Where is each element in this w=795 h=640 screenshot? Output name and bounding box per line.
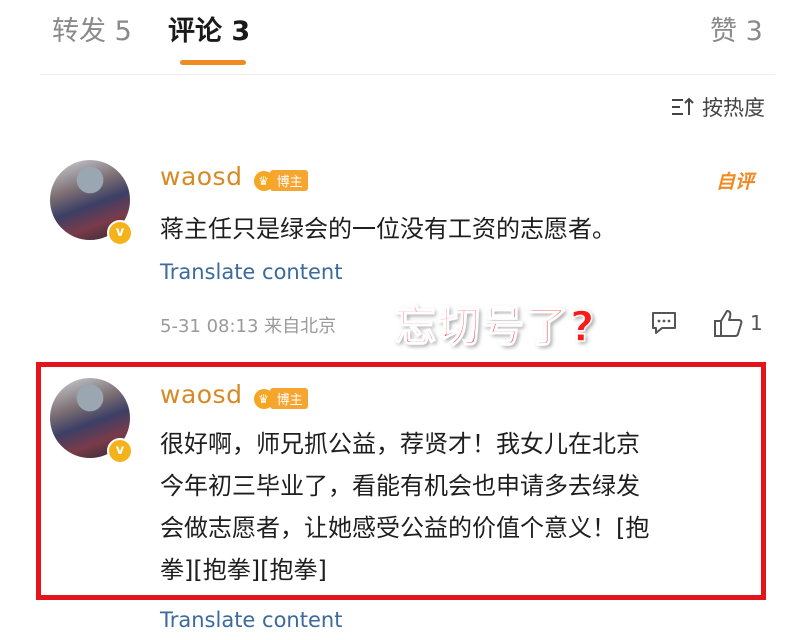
translate-link[interactable]: Translate content bbox=[160, 260, 342, 284]
tab-like[interactable]: 赞 3 bbox=[710, 14, 763, 50]
thumbs-up-icon bbox=[714, 310, 743, 337]
sort-button[interactable]: 按热度 bbox=[670, 92, 765, 122]
translate-link[interactable]: Translate content bbox=[160, 608, 342, 632]
comment-meta: 5-31 08:13 来自北京 bbox=[160, 316, 337, 337]
sort-label: 按热度 bbox=[702, 96, 765, 120]
comment-icon bbox=[652, 312, 676, 334]
tab-comment[interactable]: 评论 3 bbox=[168, 14, 250, 50]
verified-badge-icon: v bbox=[107, 220, 133, 246]
highlight-box bbox=[36, 362, 766, 600]
blogger-badge: ♛ 博主 bbox=[253, 170, 308, 191]
active-tab-indicator bbox=[180, 60, 246, 65]
tab-repost[interactable]: 转发 5 bbox=[52, 14, 132, 50]
blogger-badge-label: 博主 bbox=[269, 170, 308, 191]
like-button[interactable]: 1 bbox=[712, 308, 763, 338]
comment-text: 蒋主任只是绿会的一位没有工资的志愿者。 bbox=[160, 215, 616, 243]
like-count: 1 bbox=[750, 311, 763, 335]
crown-icon: ♛ bbox=[253, 388, 274, 409]
author-comment-tag: 自评 bbox=[716, 171, 755, 193]
sort-icon bbox=[672, 97, 694, 115]
comment-header: waosd ♛ 博主 bbox=[160, 162, 308, 191]
tabs-divider bbox=[40, 74, 775, 75]
crown-icon: ♛ bbox=[253, 170, 274, 191]
username[interactable]: waosd bbox=[160, 162, 242, 191]
overlay-caption: 忘切号了? bbox=[393, 301, 597, 352]
reply-button[interactable] bbox=[650, 310, 678, 336]
